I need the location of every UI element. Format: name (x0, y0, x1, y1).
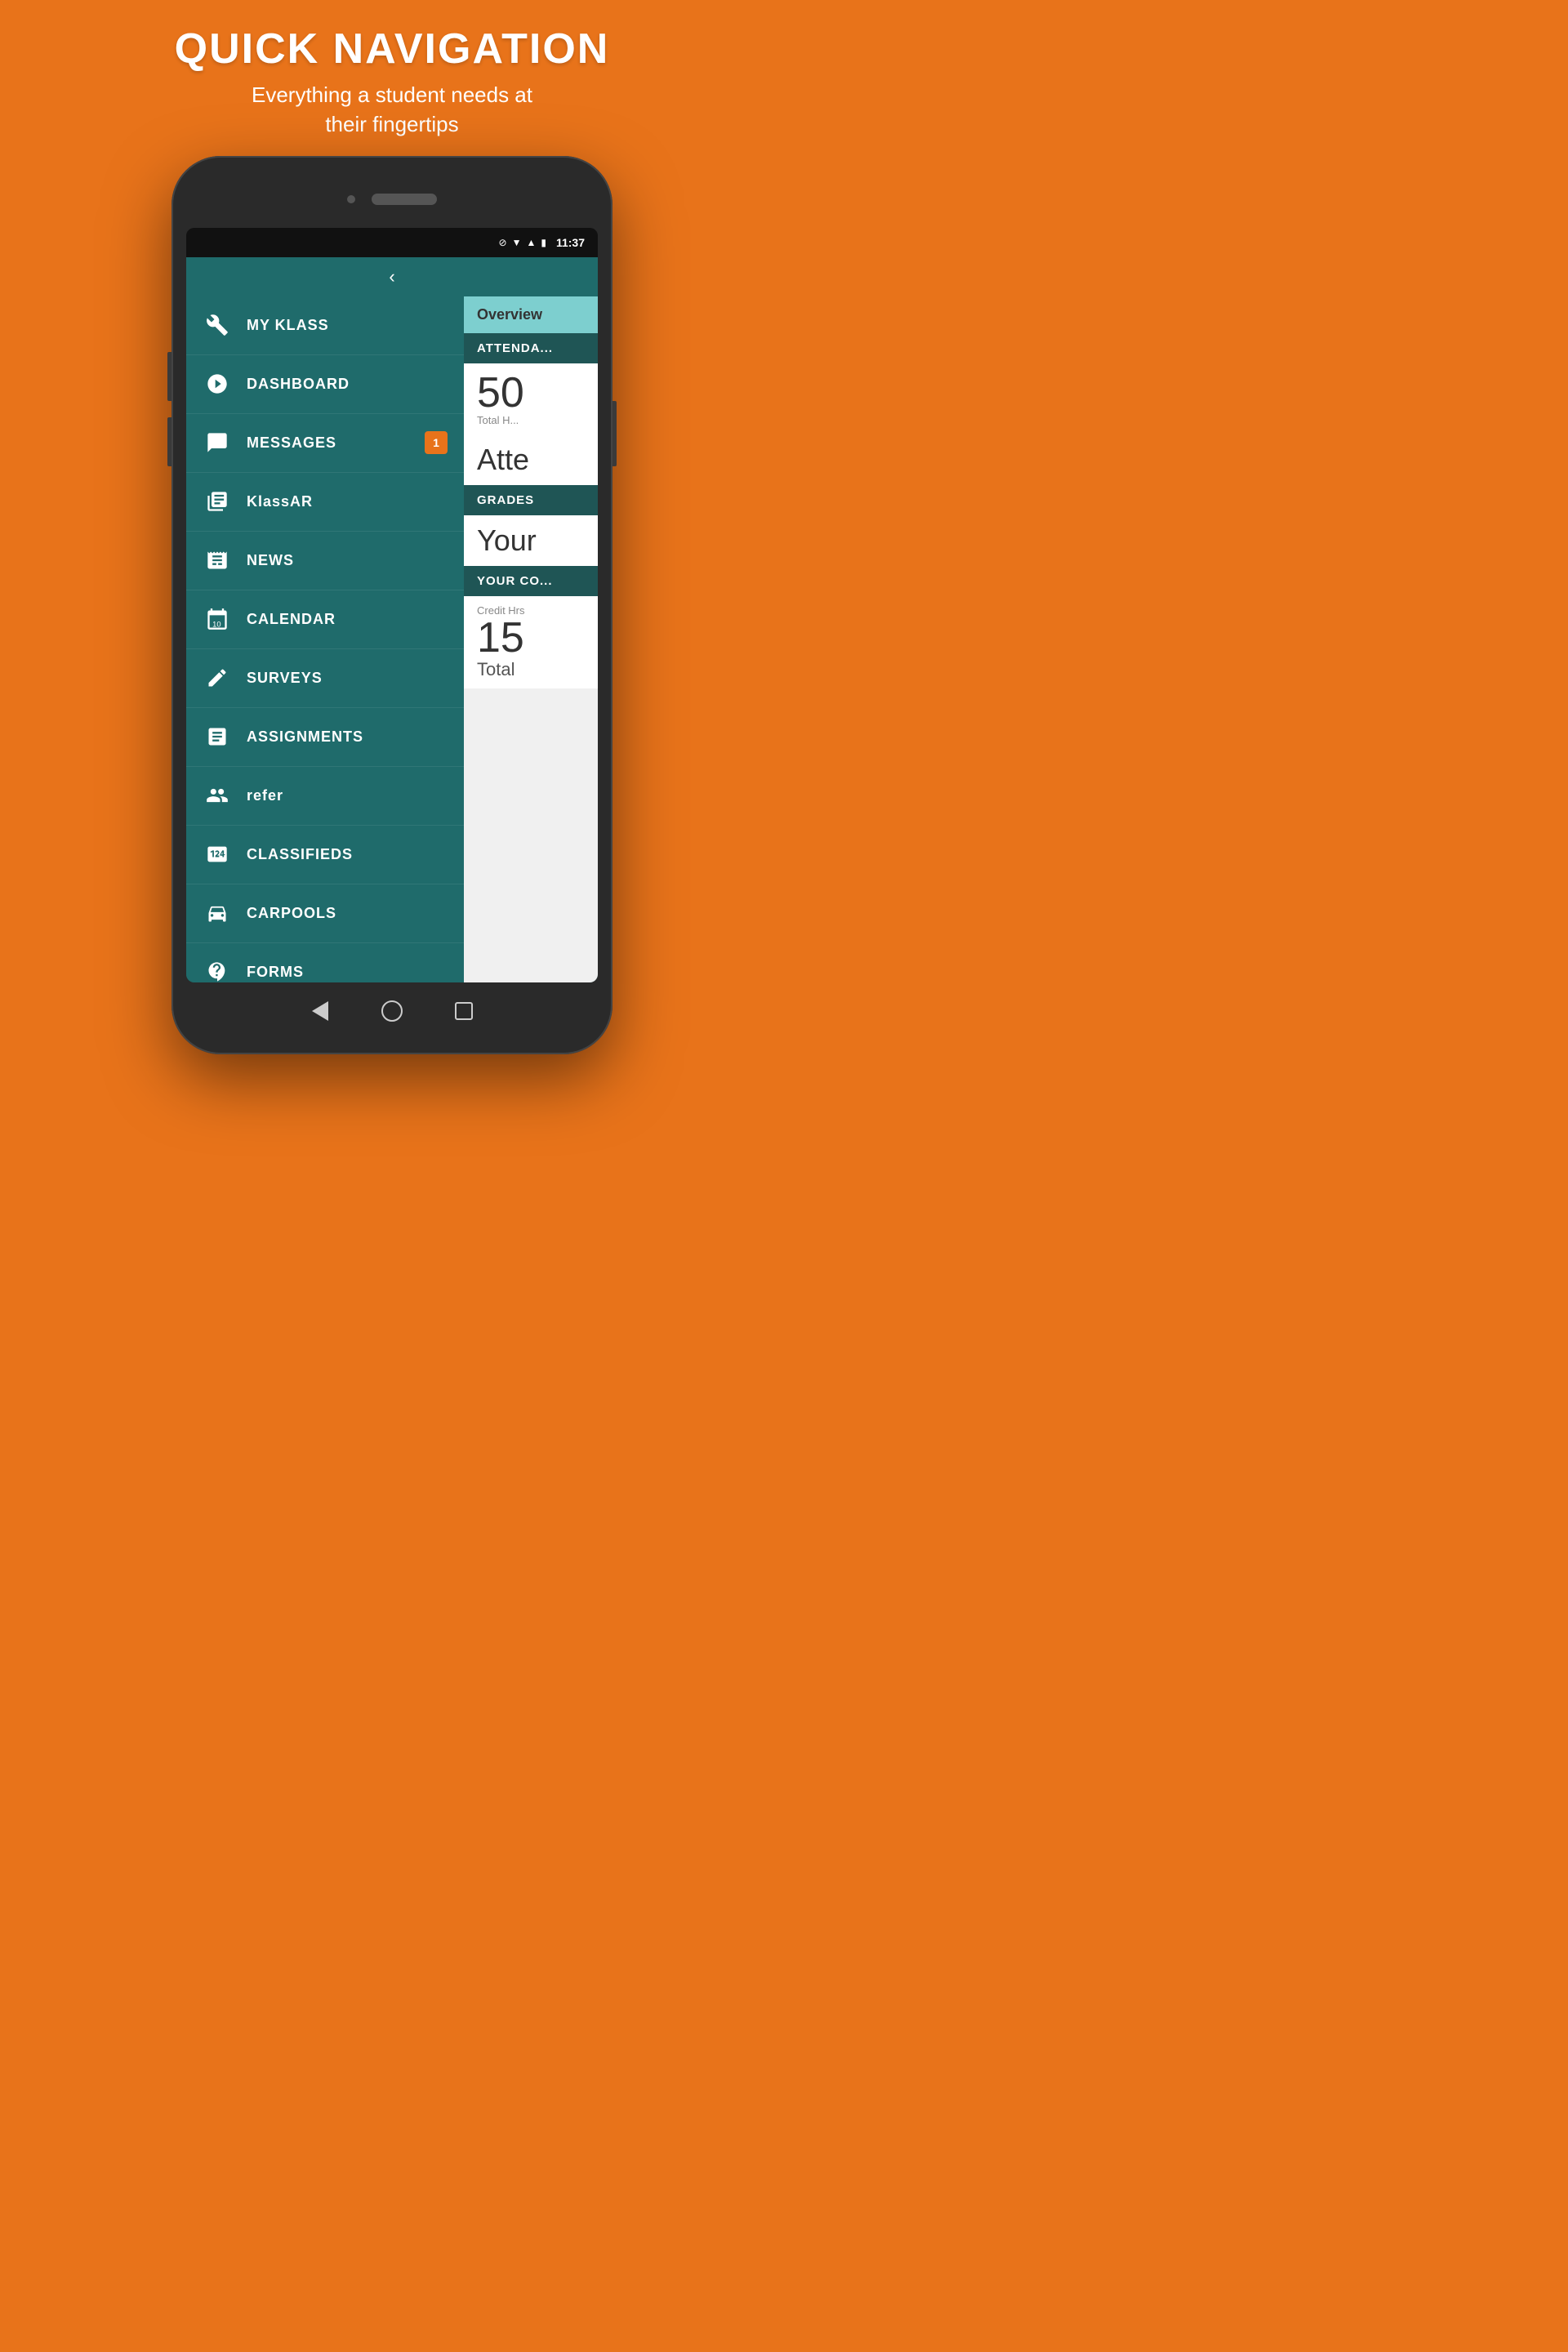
messages-icon (203, 428, 232, 457)
status-icons: ⊘ ▼ ▲ ▮ 11:37 (499, 236, 586, 249)
app-nav-bar: ‹ (186, 257, 598, 296)
phone-top-bezel (186, 171, 598, 228)
sidebar-item-messages[interactable]: MESSAGES 1 (186, 414, 464, 473)
attendance-header: ATTENDA... (464, 333, 598, 363)
sidebar-item-my-klass-label: MY KLASS (247, 317, 329, 334)
grades-header: GRADES (464, 485, 598, 515)
wifi-icon: ▼ (512, 237, 522, 248)
classifieds-icon (203, 840, 232, 869)
attendance-total-label: Total H... (477, 414, 585, 426)
sidebar-item-refer-label: refer (247, 787, 283, 804)
back-arrow-icon[interactable]: ‹ (389, 266, 394, 287)
earpiece-speaker (372, 194, 437, 205)
sidebar-item-assignments-label: ASSIGNMENTS (247, 728, 363, 746)
sidebar-item-forms[interactable]: FORMS (186, 943, 464, 982)
messages-badge: 1 (425, 431, 448, 454)
sidebar-item-news-label: NEWS (247, 552, 294, 569)
page-title: QUICK NAVIGATION (175, 24, 610, 74)
sidebar-item-klassar[interactable]: KlassAR (186, 473, 464, 532)
svg-text:10: 10 (212, 621, 220, 629)
volume-down-button[interactable] (167, 417, 172, 466)
attendance-status-text: Atte (477, 443, 585, 477)
volume-up-button[interactable] (167, 352, 172, 401)
dashboard-icon (203, 369, 232, 399)
phone-screen: ⊘ ▼ ▲ ▮ 11:37 ‹ (186, 228, 598, 982)
credits-header: YOUR CO... (464, 566, 598, 596)
signal-icon: ▲ (526, 237, 536, 248)
sidebar-item-dashboard-label: DASHBOARD (247, 376, 350, 393)
overview-tab[interactable]: Overview (464, 296, 598, 333)
sidebar-item-forms-label: FORMS (247, 964, 304, 981)
sidebar-item-classifieds-label: CLASSIFIEDS (247, 846, 353, 863)
car-icon (203, 898, 232, 928)
app-screen: ‹ MY KLASS (186, 257, 598, 982)
android-recents-button[interactable] (452, 1000, 475, 1022)
credits-content: Credit Hrs 15 Total (464, 596, 598, 688)
sidebar-item-surveys[interactable]: SURVEYS (186, 649, 464, 708)
sidebar-item-my-klass[interactable]: MY KLASS (186, 296, 464, 355)
refer-icon (203, 781, 232, 810)
header-section: QUICK NAVIGATION Everything a student ne… (175, 24, 610, 140)
calendar-icon: 10 (203, 604, 232, 634)
power-button[interactable] (612, 401, 617, 466)
status-bar: ⊘ ▼ ▲ ▮ 11:37 (186, 228, 598, 257)
sidebar-item-classifieds[interactable]: CLASSIFIEDS (186, 826, 464, 884)
sidebar-item-surveys-label: SURVEYS (247, 670, 323, 687)
main-content: MY KLASS DASHBOARD MESSAGE (186, 296, 598, 982)
prohibited-icon: ⊘ (499, 237, 507, 248)
attendance-status-content: Atte (464, 434, 598, 485)
sidebar-item-carpools-label: CARPOOLS (247, 905, 336, 922)
android-home-button[interactable] (381, 1000, 403, 1022)
front-camera (347, 195, 355, 203)
wrench-icon (203, 310, 232, 340)
right-panel: Overview ATTENDA... 50 Total H... Atte G… (464, 296, 598, 982)
sidebar-item-refer[interactable]: refer (186, 767, 464, 826)
battery-icon: ▮ (541, 237, 546, 248)
sidebar-item-assignments[interactable]: ASSIGNMENTS (186, 708, 464, 767)
assignments-icon (203, 722, 232, 751)
side-menu: MY KLASS DASHBOARD MESSAGE (186, 296, 464, 982)
grades-content: Your (464, 515, 598, 566)
attendance-content: 50 Total H... (464, 363, 598, 434)
credits-number: 15 (477, 617, 585, 659)
attendance-number: 50 (477, 372, 585, 414)
credits-total: Total (477, 659, 585, 680)
grades-text: Your (477, 523, 585, 558)
sidebar-item-dashboard[interactable]: DASHBOARD (186, 355, 464, 414)
forms-icon (203, 957, 232, 982)
sidebar-item-calendar-label: CALENDAR (247, 611, 336, 628)
phone-shell: ⊘ ▼ ▲ ▮ 11:37 ‹ (172, 156, 612, 1054)
status-time: 11:37 (556, 236, 585, 249)
news-icon (203, 546, 232, 575)
sidebar-item-klassar-label: KlassAR (247, 493, 313, 510)
klassar-icon (203, 487, 232, 516)
android-back-button[interactable] (309, 1000, 332, 1022)
sidebar-item-news[interactable]: NEWS (186, 532, 464, 590)
phone-bottom-bezel (186, 982, 598, 1040)
surveys-icon (203, 663, 232, 693)
page-subtitle: Everything a student needs attheir finge… (175, 80, 610, 140)
sidebar-item-carpools[interactable]: CARPOOLS (186, 884, 464, 943)
sidebar-item-messages-label: MESSAGES (247, 434, 336, 452)
sidebar-item-calendar[interactable]: 10 CALENDAR (186, 590, 464, 649)
